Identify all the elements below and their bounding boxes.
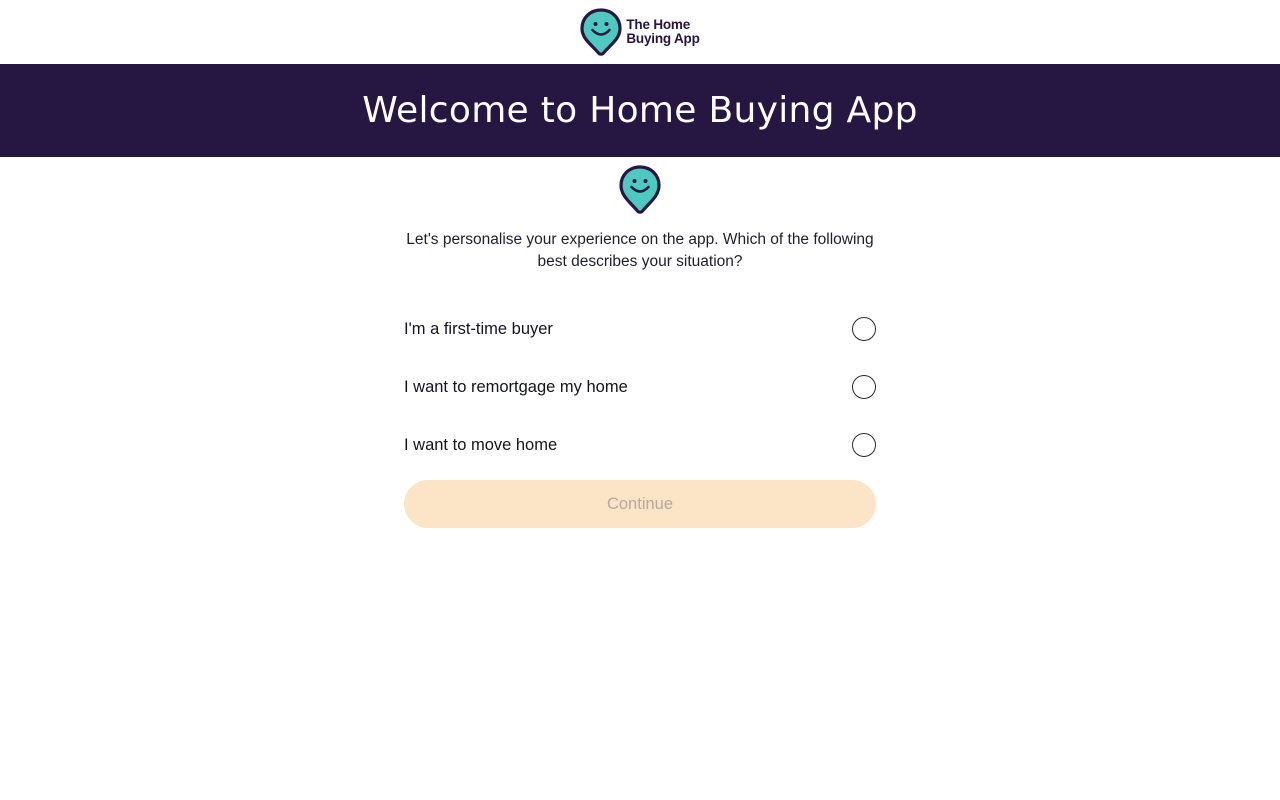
situation-options: I'm a first-time buyer I want to remortg…: [404, 300, 876, 474]
option-label: I want to move home: [404, 435, 558, 454]
option-label: I'm a first-time buyer: [404, 319, 553, 338]
app-logo[interactable]: The Home Buying App: [580, 8, 700, 56]
page-title: Welcome to Home Buying App: [362, 90, 918, 131]
logo-line-2: Buying App: [626, 31, 700, 46]
welcome-banner: Welcome to Home Buying App: [0, 64, 1280, 157]
radio-button[interactable]: [852, 317, 876, 341]
option-label: I want to remortgage my home: [404, 377, 628, 396]
logo-wordmark: The Home Buying App: [626, 18, 699, 46]
smiley-pin-icon: [619, 165, 661, 214]
top-header: The Home Buying App: [0, 0, 1280, 64]
continue-button[interactable]: Continue: [404, 480, 876, 528]
logo-line-1: The Home: [626, 17, 691, 32]
option-first-time-buyer[interactable]: I'm a first-time buyer: [404, 300, 876, 358]
radio-button[interactable]: [852, 433, 876, 457]
smiley-pin-icon: [580, 8, 622, 56]
option-remortgage[interactable]: I want to remortgage my home: [404, 358, 876, 416]
intro-text: Let's personalise your experience on the…: [406, 231, 874, 270]
radio-button[interactable]: [852, 375, 876, 399]
option-move-home[interactable]: I want to move home: [404, 416, 876, 474]
